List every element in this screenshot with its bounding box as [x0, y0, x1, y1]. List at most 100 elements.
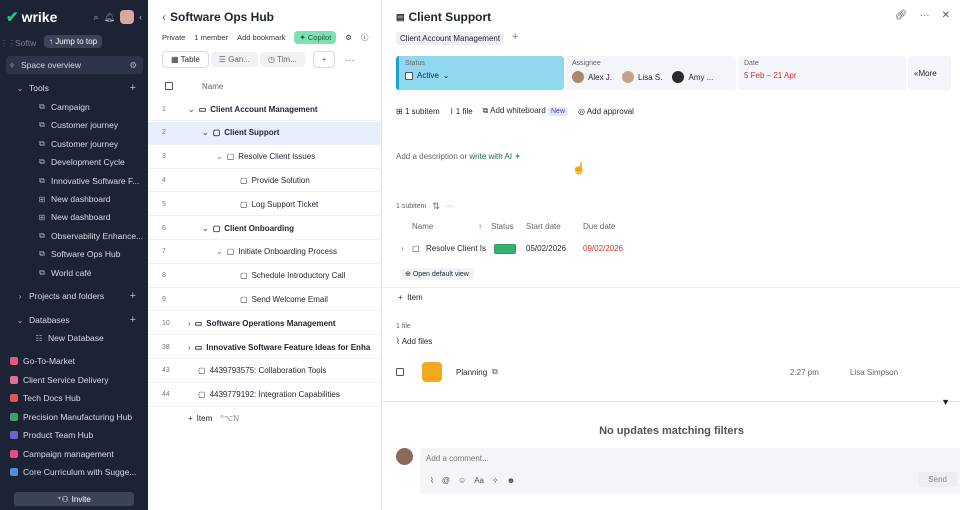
add-item-button[interactable]: + Item ^⌥N [188, 414, 239, 423]
add-subitem-button[interactable]: + Item [398, 293, 423, 302]
sidebar-item-tool[interactable]: ⊞ New dashboard [0, 209, 148, 225]
sidebar-section-projects[interactable]: › Projects and folders + [0, 288, 148, 304]
sidebar-item-hub[interactable]: Client Service Delivery [0, 372, 148, 388]
sidebar-item-tool[interactable]: ⊞ New dashboard [0, 191, 148, 207]
row-label[interactable]: Client Onboarding [224, 224, 294, 233]
sidebar-item-tool[interactable]: ⧉ Innovative Software F... [0, 173, 148, 189]
date-field[interactable]: Date 5 Feb – 21 Apr [738, 56, 906, 90]
sidebar-item-hub[interactable]: Go-To-Market [0, 353, 148, 369]
comment-input[interactable]: Add a comment... [426, 454, 489, 463]
table-row[interactable]: 2 ⌄ ▢ Client Support [148, 121, 381, 145]
add-files-button[interactable]: ⌇ Add files [396, 337, 432, 346]
sidebar-item-hub[interactable]: Tech Docs Hub [0, 390, 148, 406]
row-label[interactable]: 4439793575: Collaboration Tools [210, 366, 327, 375]
row-label[interactable]: Software Operations Management [206, 319, 335, 328]
approval-action[interactable]: ◎ Add approval [578, 107, 634, 116]
chevron-down-icon[interactable]: ⌄ [188, 105, 195, 114]
file-checkbox[interactable] [396, 368, 404, 376]
emoji-icon[interactable]: ☺ [458, 476, 466, 485]
chevron-left-icon[interactable]: ‹ [162, 10, 166, 24]
sidebar-item-tool[interactable]: ⧉ Observability Enhance... [0, 228, 148, 244]
collapse-sidebar-icon[interactable]: ‹ [139, 12, 142, 22]
sidebar-section-tools[interactable]: ⌄ Tools + [0, 80, 148, 96]
sidebar-item-tool[interactable]: ⧉ Customer journey [0, 136, 148, 152]
sidebar-item-new-database[interactable]: ☷ New Database [0, 330, 148, 346]
sort-icon[interactable]: ⇅ [432, 201, 440, 212]
sidebar-item-tool[interactable]: ⧉ Software Ops Hub [0, 246, 148, 262]
mention-icon[interactable]: @ [442, 476, 450, 485]
chevron-down-icon[interactable]: ⌄ [202, 128, 209, 137]
copy-icon[interactable]: ⧉ [492, 367, 498, 377]
sort-arrow-icon[interactable]: ↑ [478, 222, 482, 231]
settings-gear-icon[interactable]: ⚙ [129, 60, 137, 71]
ai-icon[interactable]: ✧ [492, 476, 499, 485]
subitem-row[interactable]: › ▢ Resolve Client Is 05/02/2026 09/02/2… [396, 244, 951, 258]
file-row[interactable]: Planning ⧉ 2:27 pm Lisa Simpson [396, 360, 951, 384]
chevron-right-icon[interactable]: › [188, 319, 191, 328]
copilot-button[interactable]: ✦ Copilot [294, 31, 337, 44]
bell-icon[interactable]: 🔔︎ [104, 12, 115, 23]
send-button[interactable]: Send [918, 472, 957, 487]
sidebar-item-space-overview[interactable]: ✧ Space overview ⚙ [6, 56, 143, 74]
more-icon[interactable]: ··· [446, 203, 453, 210]
add-view-button[interactable]: + [312, 51, 336, 68]
row-label[interactable]: Innovative Software Feature Ideas for En… [206, 343, 370, 352]
invite-button[interactable]: ⁺⚇ Invite [14, 492, 134, 506]
filter-icon[interactable]: ▼ [941, 397, 950, 407]
table-row[interactable]: 8 ▢ Schedule Introductory Call [148, 265, 381, 288]
user-avatar[interactable] [120, 10, 134, 24]
table-row[interactable]: 38 › ▭ Innovative Software Feature Ideas fo… [148, 336, 381, 359]
chevron-right-icon[interactable]: › [401, 244, 404, 253]
chevron-down-icon[interactable]: ⌄ [202, 224, 209, 233]
table-row[interactable]: 9 ▢ Send Welcome Email [148, 288, 381, 312]
wrike-logo[interactable]: ✔ wrike [6, 8, 57, 26]
row-label[interactable]: Client Account Management [210, 105, 317, 114]
sidebar-item-hub[interactable]: Campaign management [0, 446, 148, 462]
row-label[interactable]: Resolve Client Issues [238, 152, 315, 161]
table-row[interactable]: 3 ⌄ ▢ Resolve Client Issues [148, 146, 381, 169]
table-row[interactable]: 10 › ▭ Software Operations Management [148, 312, 381, 336]
subitem-status-pill[interactable] [494, 244, 516, 254]
row-label[interactable]: Schedule Introductory Call [252, 271, 346, 280]
more-options-icon[interactable]: ··· [920, 10, 930, 21]
sidebar-section-databases[interactable]: ⌄ Databases + [0, 312, 148, 328]
table-row[interactable]: 44 ▢ 4439779192: Integration Capabilities [148, 384, 381, 407]
parent-folder-tag[interactable]: Client Account Management [396, 32, 505, 45]
add-bookmark-link[interactable]: Add bookmark [237, 33, 285, 42]
subitem-action[interactable]: ⊞ 1 subitem [396, 107, 440, 116]
row-label[interactable]: Client Support [224, 128, 279, 137]
row-label[interactable]: 4439779192: Integration Capabilities [210, 390, 340, 399]
add-tool-plus-icon[interactable]: + [130, 82, 136, 94]
sidebar-item-tool[interactable]: ⧉ Campaign [0, 99, 148, 115]
table-row[interactable]: 5 ▢ Log Support Ticket [148, 193, 381, 217]
text-format-icon[interactable]: Aa [474, 476, 484, 485]
chevron-right-icon[interactable]: › [188, 343, 191, 352]
select-all-checkbox[interactable] [165, 82, 173, 90]
status-field[interactable]: Status Active ⌄ [396, 56, 564, 90]
row-label[interactable]: Send Welcome Email [252, 295, 328, 304]
close-icon[interactable]: ✕ [942, 10, 950, 21]
add-tag-plus-icon[interactable]: + [512, 31, 518, 43]
sidebar-item-hub[interactable]: Product Team Hub [0, 427, 148, 443]
jump-to-top-button[interactable]: ↑ Jump to top [44, 35, 103, 48]
table-row[interactable]: 43 ▢ 4439793575: Collaboration Tools [148, 360, 381, 383]
file-action[interactable]: ⌇ 1 file [450, 107, 473, 116]
task-title[interactable]: ▤ Client Support [396, 10, 491, 24]
attach-icon[interactable]: ⌇ [430, 476, 434, 485]
description-field[interactable]: Add a description or write with AI ✦ [396, 152, 521, 161]
info-icon[interactable]: ⓘ [361, 32, 369, 43]
tab-table[interactable]: ▦ Table [162, 51, 209, 68]
write-with-ai-link[interactable]: write with AI [469, 152, 512, 161]
chevron-down-icon[interactable]: ⌄ [216, 247, 223, 256]
comment-box[interactable]: Add a comment... ⌇ @ ☺ Aa ✧ ☻ Send [420, 448, 960, 494]
sidebar-item-tool[interactable]: ⧉ World café [0, 265, 148, 281]
chevron-down-icon[interactable]: ⌄ [216, 152, 223, 161]
table-row[interactable]: 4 ▢ Provide Solution [148, 169, 381, 193]
sidebar-item-hub[interactable]: Core Curriculum with Sugge... [0, 464, 148, 480]
sidebar-item-hub[interactable]: Precision Manufacturing Hub [0, 409, 148, 425]
assignee-field[interactable]: Assignee Alex J. Lisa S. Amy ... [566, 56, 736, 90]
row-label[interactable]: Provide Solution [252, 176, 310, 185]
row-label[interactable]: Log Support Ticket [252, 200, 319, 209]
search-icon[interactable]: ⌕ [94, 12, 99, 23]
members-link[interactable]: 1 member [194, 33, 228, 42]
